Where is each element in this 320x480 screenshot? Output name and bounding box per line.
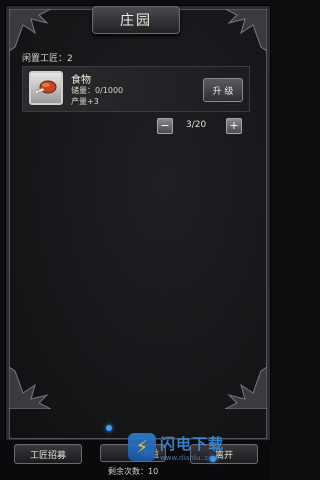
page-title: 庄园	[120, 13, 152, 29]
resource-name: 食物	[71, 75, 91, 86]
watermark: ⚡ 闪电下载 www.dianlu..com	[128, 424, 258, 470]
watermark-url: www.dianlu..com	[160, 453, 220, 462]
title-plate: 庄园	[92, 6, 180, 34]
recruit-button[interactable]: 工匠招募	[14, 444, 82, 464]
worker-count: 3/20	[186, 120, 207, 130]
watermark-name: 闪电下载	[160, 434, 225, 453]
idle-workers-label: 闲置工匠：2	[22, 54, 73, 64]
corner-ornament-icon	[8, 366, 52, 410]
resource-storage: 储量：0/1000	[71, 86, 124, 95]
resource-card-food: 食物 储量：0/1000 产量+3 升 级	[22, 66, 250, 112]
meat-drumstick-icon	[29, 71, 63, 105]
lightning-logo-icon: ⚡	[128, 433, 156, 461]
decrease-workers-button[interactable]: −	[157, 118, 173, 134]
glow-dot-icon	[106, 425, 112, 431]
upgrade-button[interactable]: 升 级	[203, 78, 243, 102]
increase-workers-button[interactable]: +	[226, 118, 242, 134]
resource-output: 产量+3	[71, 97, 99, 106]
corner-ornament-icon	[8, 8, 52, 52]
corner-ornament-icon	[224, 366, 268, 410]
corner-ornament-icon	[224, 8, 268, 52]
